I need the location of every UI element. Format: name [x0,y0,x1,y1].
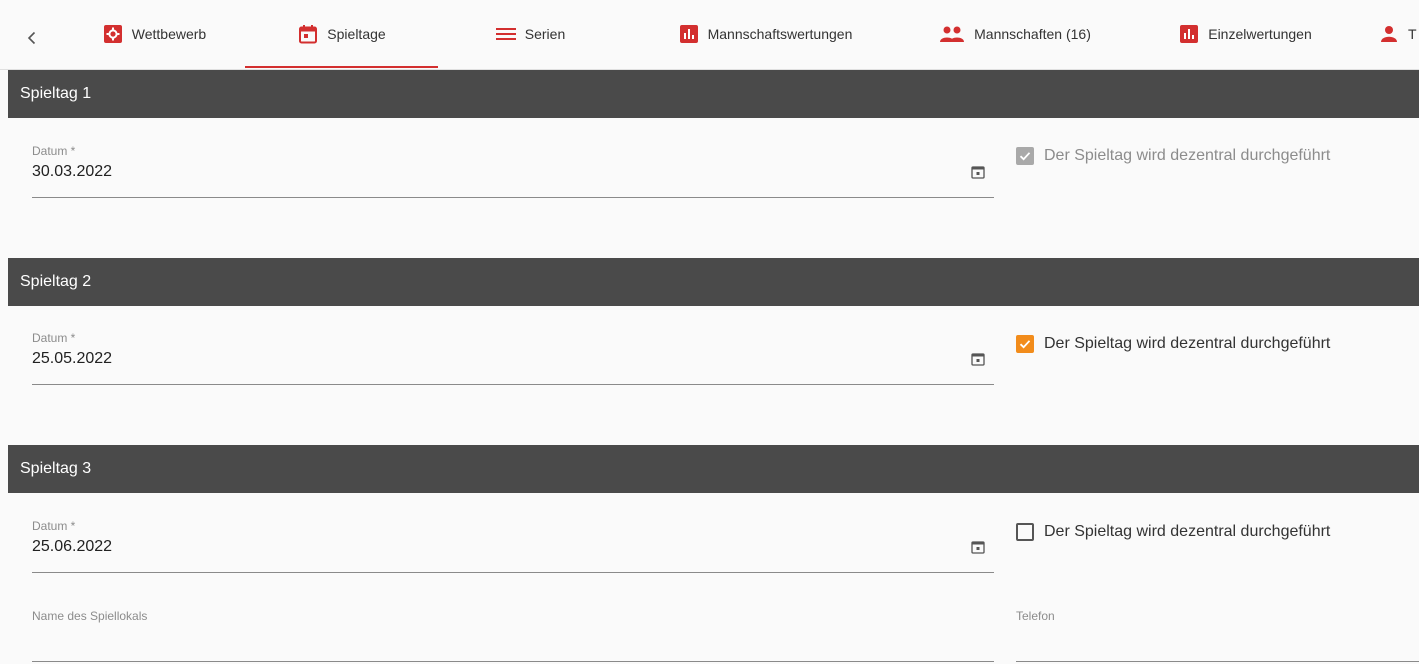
venue-name-label: Name des Spiellokals [32,609,148,623]
tab-serien[interactable]: Serien [470,0,590,68]
date-value: 25.05.2022 [32,350,113,367]
section-title: Spieltag 2 [20,273,92,290]
tab-label: Serien [524,26,566,42]
calendar-icon[interactable] [970,539,986,555]
section-title: Spieltag 1 [20,85,92,102]
tab-mannschaftswertungen[interactable]: Mannschaftswertungen [650,0,880,68]
section-header-spieltag-2: Spieltag 2 [8,258,1419,306]
bar-chart-icon [1178,23,1200,45]
calendar-icon [297,23,319,45]
tab-wettbewerb[interactable]: Wettbewerb [74,0,234,68]
bar-chart-icon [678,23,700,45]
tab-label: Spieltage [327,26,386,42]
phone-input[interactable] [1016,661,1419,662]
checkbox-checked-icon [1016,335,1034,353]
date-field-spieltag-2[interactable]: Datum * 25.05.2022 [32,331,994,385]
phone-label: Telefon [1016,609,1055,623]
calendar-icon[interactable] [970,164,986,180]
back-button[interactable] [14,20,50,56]
checkbox-unchecked-icon [1016,523,1034,541]
menu-lines-icon [495,23,517,45]
section-title: Spieltag 3 [20,460,92,477]
date-value: 30.03.2022 [32,163,113,180]
date-field-spieltag-3[interactable]: Datum * 25.06.2022 [32,519,994,573]
date-label: Datum * [32,331,76,345]
decentral-checkbox-spieltag-1: Der Spieltag wird dezentral durchgeführt [1016,144,1330,168]
calendar-icon[interactable] [970,351,986,367]
tab-partial[interactable]: T [1378,0,1419,68]
tab-label: Einzelwertungen [1208,26,1312,42]
decentral-checkbox-spieltag-3[interactable]: Der Spieltag wird dezentral durchgeführt [1016,520,1330,544]
checkbox-checked-disabled-icon [1016,147,1034,165]
checkbox-label: Der Spieltag wird dezentral durchgeführt [1044,147,1331,164]
checkbox-label: Der Spieltag wird dezentral durchgeführt [1044,523,1331,540]
date-label: Datum * [32,144,76,158]
group-icon [938,23,966,45]
page: Wettbewerb Spieltage Serien Mannschaftsw… [0,0,1419,664]
tab-label: Mannschaften (16) [974,26,1091,42]
decentral-checkbox-spieltag-2[interactable]: Der Spieltag wird dezentral durchgeführt [1016,332,1330,356]
tab-label: Mannschaftswertungen [707,26,853,42]
date-label: Datum * [32,519,76,533]
date-field-spieltag-1[interactable]: Datum * 30.03.2022 [32,144,994,198]
checkbox-label: Der Spieltag wird dezentral durchgeführt [1044,335,1331,352]
tab-bar: Wettbewerb Spieltage Serien Mannschaftsw… [0,0,1419,70]
chevron-left-icon [27,31,36,45]
section-header-spieltag-3: Spieltag 3 [8,445,1419,493]
person-icon [1378,23,1400,45]
section-header-spieltag-1: Spieltag 1 [8,70,1419,118]
settings-box-icon [102,23,124,45]
tab-mannschaften[interactable]: Mannschaften (16) [912,0,1117,68]
tab-label: Wettbewerb [131,26,207,42]
date-value: 25.06.2022 [32,538,113,555]
tab-label: T [1408,26,1417,42]
tab-einzelwertungen[interactable]: Einzelwertungen [1150,0,1340,68]
venue-name-input[interactable] [32,661,994,662]
tab-spieltage[interactable]: Spieltage [245,0,438,68]
